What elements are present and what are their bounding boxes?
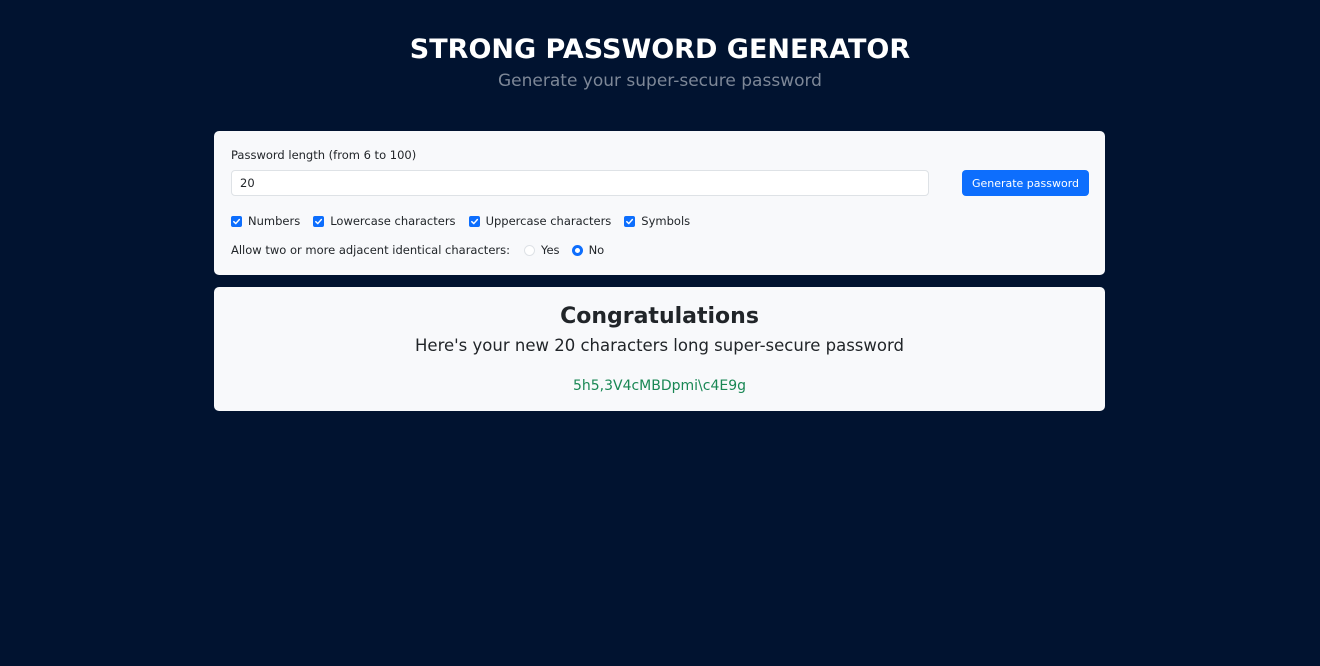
- settings-card: Password length (from 6 to 100) Generate…: [214, 131, 1105, 275]
- adjacent-label: Allow two or more adjacent identical cha…: [231, 243, 510, 257]
- numbers-label: Numbers: [248, 214, 301, 228]
- page-title: STRONG PASSWORD GENERATOR: [409, 34, 911, 65]
- no-label: No: [588, 243, 605, 257]
- character-options: Numbers Lowercase characters Uppercase c…: [231, 214, 703, 228]
- generate-password-button[interactable]: Generate password: [962, 170, 1089, 196]
- check-icon: [626, 218, 634, 224]
- option-lowercase[interactable]: Lowercase characters: [313, 214, 456, 228]
- option-uppercase[interactable]: Uppercase characters: [468, 214, 612, 228]
- check-icon: [233, 218, 241, 224]
- lowercase-checkbox[interactable]: [313, 215, 325, 227]
- adjacent-options: Allow two or more adjacent identical cha…: [231, 243, 616, 257]
- result-heading: Congratulations: [560, 304, 759, 329]
- length-label: Password length (from 6 to 100): [231, 148, 417, 162]
- check-icon: [315, 218, 323, 224]
- uppercase-checkbox[interactable]: [468, 215, 480, 227]
- result-message: Here's your new 20 characters long super…: [415, 336, 904, 355]
- page-subtitle: Generate your super-secure password: [498, 71, 822, 91]
- page: STRONG PASSWORD GENERATOR Generate your …: [0, 0, 1320, 666]
- yes-label: Yes: [540, 243, 560, 257]
- header: STRONG PASSWORD GENERATOR Generate your …: [0, 30, 1320, 92]
- uppercase-label: Uppercase characters: [485, 214, 612, 228]
- generated-password: 5h5,3V4cMBDpmi\c4E9g: [572, 378, 747, 394]
- option-symbols[interactable]: Symbols: [624, 214, 690, 228]
- symbols-label: Symbols: [641, 214, 691, 228]
- yes-radio[interactable]: [523, 244, 535, 256]
- lowercase-label: Lowercase characters: [330, 214, 456, 228]
- symbols-checkbox[interactable]: [624, 215, 636, 227]
- result-card: Congratulations Here's your new 20 chara…: [214, 287, 1105, 411]
- no-radio[interactable]: [571, 244, 583, 256]
- length-input[interactable]: [231, 170, 929, 196]
- option-yes[interactable]: Yes: [523, 243, 560, 257]
- numbers-checkbox[interactable]: [231, 215, 242, 227]
- check-icon: [470, 218, 478, 224]
- option-no[interactable]: No: [571, 243, 605, 257]
- option-numbers[interactable]: Numbers: [231, 214, 300, 228]
